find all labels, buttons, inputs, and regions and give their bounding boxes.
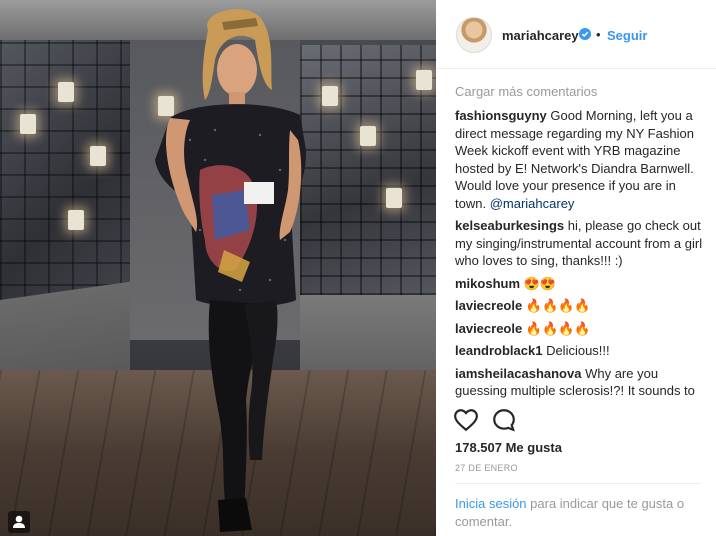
comment-username[interactable]: laviecreole: [455, 298, 522, 313]
post-photo[interactable]: [0, 0, 436, 536]
comment: fashionsguyny Good Morning, left you a d…: [455, 107, 707, 212]
comment-username[interactable]: kelseaburkesings: [455, 218, 564, 233]
comment-username[interactable]: mikoshum: [455, 276, 520, 291]
load-more-comments-button[interactable]: Cargar más comentarios: [455, 84, 707, 99]
comment-username[interactable]: laviecreole: [455, 321, 522, 336]
comment: mikoshum 😍😍: [455, 275, 707, 293]
likes-count[interactable]: 178.507 Me gusta: [455, 440, 562, 455]
comment-text: Delicious!!!: [546, 343, 610, 358]
comment-text: 🔥🔥🔥🔥: [525, 298, 591, 313]
comment-list: Cargar más comentarios fashionsguyny Goo…: [455, 84, 707, 402]
post-sidebar: mariahcarey • Seguir Cargar más comentar…: [436, 0, 716, 536]
woman-figure: [155, 9, 306, 532]
post-date[interactable]: 27 DE ENERO: [455, 463, 518, 473]
comment: kelseaburkesings hi, please go check out…: [455, 217, 707, 270]
comment: laviecreole 🔥🔥🔥🔥: [455, 320, 707, 338]
divider: [455, 483, 701, 484]
heart-icon[interactable]: [453, 407, 479, 433]
login-link[interactable]: Inicia sesión: [455, 496, 527, 511]
action-bar: [453, 407, 703, 435]
follow-button[interactable]: Seguir: [607, 28, 647, 43]
comment-text: 🔥🔥🔥🔥: [525, 320, 591, 336]
login-prompt: Inicia sesión para indicar que te gusta …: [455, 495, 705, 530]
separator-dot: •: [596, 27, 601, 42]
comment-username[interactable]: iamsheilacashanova: [455, 366, 581, 381]
instagram-post: mariahcarey • Seguir Cargar más comentar…: [0, 0, 716, 536]
comment-username[interactable]: fashionsguyny: [455, 108, 547, 123]
mention-link[interactable]: @mariahcarey: [490, 196, 575, 211]
username-link[interactable]: mariahcarey: [502, 28, 579, 43]
verified-badge-icon: [579, 28, 591, 40]
user-tag-icon[interactable]: [8, 511, 30, 533]
comment: laviecreole 🔥🔥🔥🔥: [455, 297, 707, 315]
comment-text: 😍😍: [523, 275, 557, 291]
avatar[interactable]: [456, 17, 492, 53]
post-header: mariahcarey • Seguir: [436, 0, 716, 69]
comment: iamsheilacashanova Why are you guessing …: [455, 365, 707, 403]
comment: leandroblack1 Delicious!!!: [455, 342, 707, 360]
comment-icon[interactable]: [491, 407, 517, 433]
comment-username[interactable]: leandroblack1: [455, 343, 542, 358]
